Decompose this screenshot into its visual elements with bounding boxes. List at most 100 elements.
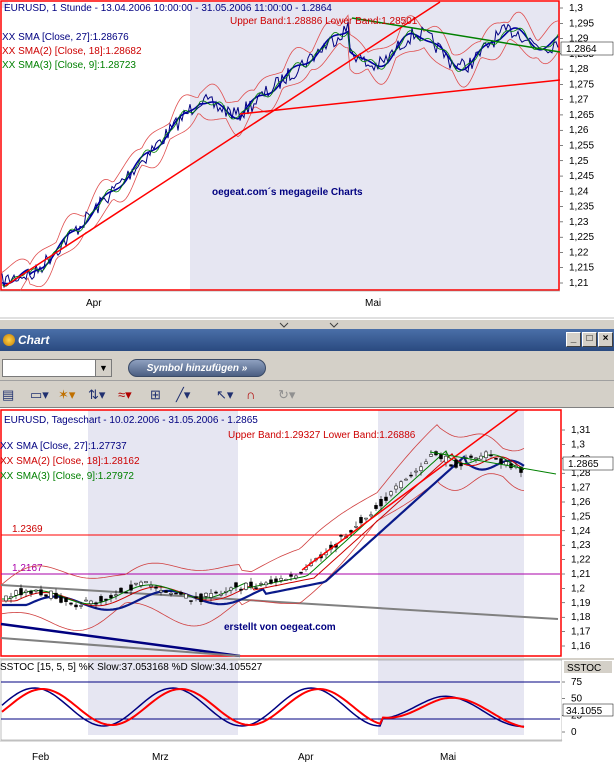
- candle-body: [19, 588, 23, 596]
- candle-body: [59, 596, 63, 603]
- compare-icon[interactable]: ≈▾: [118, 386, 132, 404]
- candle-body: [244, 582, 248, 590]
- candle-body: [224, 591, 228, 593]
- legend-sma: XX SMA [Close, 27]:1.27737: [0, 441, 127, 452]
- watermark: oegeat.com´s megageile Charts: [212, 187, 363, 198]
- candle-body: [54, 592, 58, 599]
- candle-body: [209, 593, 213, 598]
- candle-body: [184, 593, 188, 599]
- maximize-button[interactable]: □: [582, 332, 597, 347]
- candle-body: [24, 590, 28, 593]
- band-values: Upper Band:1.28886 Lower Band:1.28501: [230, 16, 418, 27]
- chart-type-icon[interactable]: ▭▾: [30, 386, 49, 404]
- y-tick-label: 1,265: [569, 110, 594, 121]
- close-button[interactable]: ×: [598, 332, 613, 347]
- candle-body: [389, 491, 393, 496]
- candle-body: [169, 592, 173, 595]
- candle-body: [494, 458, 498, 460]
- y-tick-label: 1,215: [569, 263, 594, 274]
- candle-body: [254, 587, 258, 589]
- add-symbol-button[interactable]: Symbol hinzufügen »: [128, 359, 266, 377]
- x-label-feb: Feb: [32, 752, 50, 763]
- legend-sma3: XX SMA(3) [Close, 9]:1.27972: [0, 471, 134, 482]
- y-tick-label: 1,25: [571, 511, 591, 522]
- candle-body: [379, 499, 383, 507]
- candle-body: [129, 584, 133, 591]
- last-price: 1.2864: [566, 44, 597, 55]
- candle-body: [399, 481, 403, 489]
- candle-body: [359, 517, 363, 524]
- candle-body: [154, 586, 158, 589]
- y-tick-label: 1,21: [569, 278, 589, 289]
- chart-header: EURUSD, Tageschart - 10.02.2006 - 31.05.…: [4, 415, 258, 426]
- minimize-button[interactable]: _: [566, 332, 581, 347]
- watermark: erstellt von oegeat.com: [224, 622, 336, 633]
- stoch-header: SSTOC [15, 5, 5] %K Slow:37.053168 %D Sl…: [0, 662, 263, 673]
- y-tick-label: 1,2: [571, 583, 585, 594]
- panel-splitter[interactable]: [0, 320, 614, 329]
- band-values: Upper Band:1.29327 Lower Band:1.26886: [228, 430, 416, 441]
- candle-body: [364, 517, 368, 520]
- y-tick-label: 1,19: [571, 598, 591, 609]
- candle-body: [439, 453, 443, 460]
- pointer-icon[interactable]: ↖▾: [216, 386, 233, 404]
- hourly-chart[interactable]: 1,31,2951,291,2851,281,2751,271,2651,261…: [0, 0, 614, 329]
- candle-body: [119, 587, 123, 593]
- candle-body: [479, 455, 483, 460]
- y-tick-label: 1,23: [571, 540, 591, 551]
- candle-body: [9, 596, 13, 599]
- candle-body: [79, 605, 83, 607]
- candle-body: [249, 581, 253, 587]
- y-tick-label: 1,245: [569, 171, 594, 182]
- y-tick-label: 1,3: [569, 3, 583, 14]
- candle-body: [84, 599, 88, 602]
- x-label-apr: Apr: [298, 752, 314, 763]
- candle-body: [269, 579, 273, 584]
- indicator-icon[interactable]: ✶▾: [58, 386, 75, 404]
- candle-body: [44, 594, 48, 597]
- y-tick-label: 1,21: [571, 569, 591, 580]
- candle-body: [144, 581, 148, 584]
- candle-body: [234, 582, 238, 588]
- candle-body: [219, 593, 223, 596]
- symbol-select[interactable]: ▼: [2, 359, 112, 377]
- y-tick-label: 1,275: [569, 79, 594, 90]
- y-tick-label: 1,27: [571, 483, 591, 494]
- candle-body: [199, 593, 203, 603]
- magnet-icon[interactable]: ∩: [246, 386, 255, 404]
- candle-body: [239, 588, 243, 591]
- candle-body: [294, 575, 298, 579]
- chart-window-titlebar[interactable]: Chart _ □ ×: [0, 329, 614, 351]
- y-tick-label: 75: [571, 677, 583, 688]
- legend-sma2: XX SMA(2) [Close, 18]:1.28162: [0, 456, 140, 467]
- candle-body: [289, 574, 293, 577]
- candle-body: [189, 600, 193, 602]
- symbol-toolbar: ▼ Symbol hinzufügen »: [0, 351, 614, 381]
- candle-body: [499, 458, 503, 465]
- candle-body: [4, 595, 8, 602]
- legend-sma: XX SMA [Close, 27]:1.28676: [2, 32, 129, 43]
- candle-body: [259, 583, 263, 585]
- y-tick-label: 1,27: [569, 95, 589, 106]
- candle-body: [369, 514, 373, 517]
- chevron-down-icon[interactable]: ▼: [95, 360, 111, 376]
- study-icon[interactable]: ⇅▾: [88, 386, 105, 404]
- tool-settings-icon[interactable]: ⊞: [150, 386, 161, 404]
- y-tick-label: 1,18: [571, 612, 591, 623]
- daily-chart[interactable]: 1,311,31,291,281,271,261,251,241,231,221…: [0, 408, 614, 765]
- candle-body: [414, 470, 418, 473]
- candle-body: [109, 595, 113, 599]
- level-label-2: 1.2167: [12, 563, 43, 574]
- candle-body: [299, 571, 303, 574]
- candle-body: [279, 578, 283, 581]
- line-tool-icon[interactable]: ╱▾: [176, 386, 190, 404]
- y-tick-label: 1,24: [571, 526, 591, 537]
- print-icon[interactable]: ▤: [2, 386, 14, 404]
- y-tick-label: 0: [571, 727, 577, 738]
- candle-body: [74, 604, 78, 608]
- last-price: 1.2865: [568, 459, 599, 470]
- candle-body: [409, 474, 413, 477]
- candle-body: [64, 597, 68, 602]
- refresh-icon[interactable]: ↻▾: [278, 386, 295, 404]
- legend: XX SMA [Close, 27]:1.27737 XX SMA(2) [Cl…: [0, 441, 140, 482]
